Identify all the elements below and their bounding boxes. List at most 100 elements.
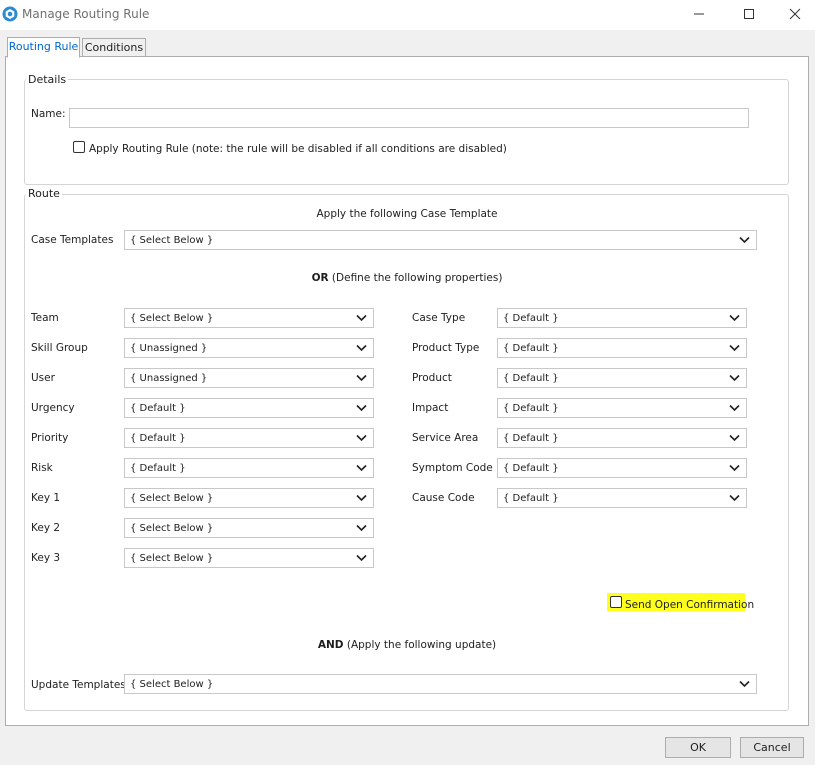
- key-1-select[interactable]: { Select Below }: [124, 488, 374, 508]
- apply-routing-rule-label: Apply Routing Rule (note: the rule will …: [89, 143, 507, 155]
- or-bold-text: OR: [311, 272, 329, 284]
- product-type-select[interactable]: { Default }: [497, 338, 747, 358]
- details-group: [24, 79, 789, 185]
- minimize-icon: [694, 13, 704, 15]
- chevron-down-icon: [356, 374, 367, 382]
- team-select[interactable]: { Select Below }: [124, 308, 374, 328]
- details-legend: Details: [26, 73, 69, 86]
- chevron-down-icon: [356, 434, 367, 442]
- chevron-down-icon: [356, 314, 367, 322]
- team-label: Team: [31, 312, 59, 324]
- key-2-value: { Select Below }: [130, 523, 214, 534]
- service-area-label: Service Area: [412, 432, 479, 444]
- case-type-select[interactable]: { Default }: [497, 308, 747, 328]
- risk-value: { Default }: [130, 463, 186, 474]
- key-3-value: { Select Below }: [130, 553, 214, 564]
- urgency-select[interactable]: { Default }: [124, 398, 374, 418]
- maximize-button[interactable]: [726, 0, 772, 28]
- chevron-down-icon: [356, 404, 367, 412]
- priority-select[interactable]: { Default }: [124, 428, 374, 448]
- symptom-code-value: { Default }: [503, 463, 559, 474]
- and-rest-text: (Apply the following update): [346, 639, 497, 651]
- name-input[interactable]: [69, 108, 749, 128]
- name-label: Name:: [31, 108, 66, 120]
- product-value: { Default }: [503, 373, 559, 384]
- tab-panel-routing-rule: Details Name: Apply Routing Rule (note: …: [5, 56, 809, 726]
- window-title: Manage Routing Rule: [22, 7, 150, 21]
- urgency-label: Urgency: [31, 402, 75, 414]
- priority-value: { Default }: [130, 433, 186, 444]
- update-templates-value: { Select Below }: [130, 679, 214, 690]
- chevron-down-icon: [739, 680, 750, 688]
- risk-label: Risk: [31, 462, 53, 474]
- chevron-down-icon: [729, 434, 740, 442]
- user-value: { Unassigned }: [130, 373, 208, 384]
- chevron-down-icon: [356, 464, 367, 472]
- key-3-select[interactable]: { Select Below }: [124, 548, 374, 568]
- close-button[interactable]: [772, 0, 815, 28]
- route-legend: Route: [26, 187, 62, 200]
- or-rest-text: (Define the following properties): [331, 272, 503, 284]
- key-1-label: Key 1: [31, 492, 61, 504]
- and-bold-text: AND: [317, 639, 344, 651]
- chevron-down-icon: [729, 374, 740, 382]
- case-templates-label: Case Templates: [31, 234, 114, 246]
- skill-group-label: Skill Group: [31, 342, 88, 354]
- key-3-label: Key 3: [31, 552, 61, 564]
- key-2-select[interactable]: { Select Below }: [124, 518, 374, 538]
- team-value: { Select Below }: [130, 313, 214, 324]
- case-template-heading: Apply the following Case Template: [316, 208, 498, 220]
- chevron-down-icon: [739, 236, 750, 244]
- case-templates-select[interactable]: { Select Below }: [124, 230, 757, 250]
- key-2-label: Key 2: [31, 522, 61, 534]
- cause-code-label: Cause Code: [412, 492, 475, 504]
- tab-routing-rule[interactable]: Routing Rule: [7, 37, 80, 58]
- skill-group-value: { Unassigned }: [130, 343, 208, 354]
- tab-conditions[interactable]: Conditions: [82, 38, 146, 57]
- chevron-down-icon: [729, 344, 740, 352]
- update-templates-select[interactable]: { Select Below }: [124, 674, 757, 694]
- user-label: User: [31, 372, 55, 384]
- app-logo-icon: [2, 6, 18, 22]
- case-type-label: Case Type: [412, 312, 466, 324]
- product-type-label: Product Type: [412, 342, 480, 354]
- close-icon: [789, 8, 801, 20]
- update-templates-label: Update Templates: [31, 679, 126, 691]
- priority-label: Priority: [31, 432, 69, 444]
- service-area-select[interactable]: { Default }: [497, 428, 747, 448]
- service-area-value: { Default }: [503, 433, 559, 444]
- product-select[interactable]: { Default }: [497, 368, 747, 388]
- cause-code-value: { Default }: [503, 493, 559, 504]
- symptom-code-label: Symptom Code: [412, 462, 493, 474]
- maximize-icon: [744, 9, 754, 19]
- send-open-confirmation-label: Send Open Confirmation: [625, 599, 755, 611]
- impact-value: { Default }: [503, 403, 559, 414]
- urgency-value: { Default }: [130, 403, 186, 414]
- chevron-down-icon: [729, 464, 740, 472]
- and-apply-update: AND (Apply the following update): [6, 639, 808, 652]
- chevron-down-icon: [356, 524, 367, 532]
- risk-select[interactable]: { Default }: [124, 458, 374, 478]
- title-bar: Manage Routing Rule: [0, 0, 815, 30]
- ok-button[interactable]: OK: [665, 737, 731, 758]
- send-open-confirmation-checkbox[interactable]: [610, 596, 622, 608]
- product-label: Product: [412, 372, 452, 384]
- impact-label: Impact: [412, 402, 449, 414]
- minimize-button[interactable]: [676, 0, 722, 28]
- chevron-down-icon: [729, 314, 740, 322]
- skill-group-select[interactable]: { Unassigned }: [124, 338, 374, 358]
- product-type-value: { Default }: [503, 343, 559, 354]
- chevron-down-icon: [356, 554, 367, 562]
- cancel-button[interactable]: Cancel: [740, 737, 804, 758]
- case-templates-value: { Select Below }: [130, 235, 214, 246]
- chevron-down-icon: [729, 404, 740, 412]
- symptom-code-select[interactable]: { Default }: [497, 458, 747, 478]
- chevron-down-icon: [356, 494, 367, 502]
- cause-code-select[interactable]: { Default }: [497, 488, 747, 508]
- impact-select[interactable]: { Default }: [497, 398, 747, 418]
- or-define-properties: OR (Define the following properties): [6, 272, 808, 285]
- user-select[interactable]: { Unassigned }: [124, 368, 374, 388]
- apply-routing-rule-checkbox[interactable]: [73, 141, 85, 153]
- chevron-down-icon: [356, 344, 367, 352]
- key-1-value: { Select Below }: [130, 493, 214, 504]
